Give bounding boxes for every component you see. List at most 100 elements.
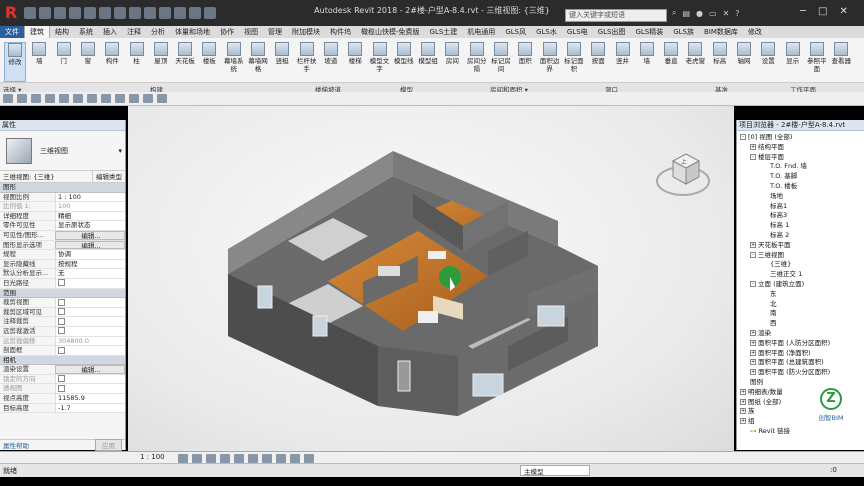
- lock-icon[interactable]: [276, 454, 286, 463]
- crop-icon[interactable]: [248, 454, 258, 463]
- property-value[interactable]: 协调: [55, 250, 125, 259]
- expand-icon[interactable]: +: [740, 418, 746, 425]
- browser-node[interactable]: + 面积平面 (人防分区面积): [740, 339, 864, 349]
- browser-node[interactable]: 标高 2: [740, 231, 864, 241]
- checkbox[interactable]: [58, 317, 65, 325]
- property-value[interactable]: 无: [55, 269, 125, 278]
- user-icon[interactable]: ●: [696, 9, 703, 18]
- browser-node[interactable]: 图例: [740, 378, 864, 388]
- sync-icon[interactable]: [54, 7, 66, 19]
- revit-app-button[interactable]: R: [2, 2, 20, 24]
- checkbox[interactable]: [58, 308, 65, 316]
- open-icon[interactable]: [24, 7, 36, 19]
- search-input[interactable]: 键入关键字或短语: [565, 9, 667, 22]
- ribbon-button-19[interactable]: 房间分隔: [466, 42, 488, 73]
- minimize-button[interactable]: ─: [800, 6, 806, 17]
- expand-icon[interactable]: +: [750, 369, 756, 376]
- detail-level-icon[interactable]: [178, 454, 188, 463]
- property-checkbox[interactable]: [55, 278, 125, 288]
- modify-icon[interactable]: [3, 94, 13, 103]
- undo-icon[interactable]: [69, 7, 81, 19]
- ribbon-button-4[interactable]: 构件: [101, 42, 123, 65]
- sun-path-icon[interactable]: [206, 454, 216, 463]
- checkbox[interactable]: [58, 346, 65, 354]
- tab-8[interactable]: 协作: [215, 26, 239, 38]
- crop-region-icon[interactable]: [262, 454, 272, 463]
- browser-node[interactable]: + 面积平面 (净面积): [740, 349, 864, 359]
- property-checkbox[interactable]: [55, 307, 125, 317]
- property-value[interactable]: 1 : 100: [55, 192, 125, 202]
- tab-9[interactable]: 视图: [239, 26, 263, 38]
- browser-node[interactable]: 东: [740, 290, 864, 300]
- property-checkbox[interactable]: [55, 317, 125, 326]
- ribbon-button-11[interactable]: 竖梃: [271, 42, 293, 65]
- ribbon-button-3[interactable]: 窗: [77, 42, 99, 65]
- ribbon-button-24[interactable]: 按面: [587, 42, 609, 65]
- 3d-view-icon[interactable]: [144, 7, 156, 19]
- layout-icon[interactable]: [143, 94, 153, 103]
- tab-14[interactable]: GLS土建: [425, 26, 463, 38]
- property-value[interactable]: 100: [55, 202, 125, 211]
- property-checkbox[interactable]: [55, 346, 125, 355]
- tab-17[interactable]: GLS水: [531, 26, 562, 38]
- ribbon-button-20[interactable]: 标记房间: [490, 42, 512, 73]
- expand-icon[interactable]: +: [750, 339, 756, 346]
- property-edit-button[interactable]: 编辑...: [55, 240, 125, 250]
- property-value[interactable]: 304800.0: [55, 336, 125, 346]
- ribbon-button-14[interactable]: 楼梯: [344, 42, 366, 65]
- hide-icon[interactable]: [290, 454, 300, 463]
- reveal-icon[interactable]: [304, 454, 314, 463]
- browser-node[interactable]: - 楼层平面: [740, 153, 864, 163]
- select-icon[interactable]: [17, 94, 27, 103]
- workset-selector[interactable]: 主模型: [520, 465, 590, 476]
- tab-11[interactable]: 附加模块: [287, 26, 325, 38]
- ribbon-button-28[interactable]: 老虎窗: [684, 42, 706, 65]
- tab-22[interactable]: BIM数据库: [699, 26, 743, 38]
- ribbon-button-2[interactable]: 门: [53, 42, 75, 65]
- browser-node[interactable]: 场地: [740, 192, 864, 202]
- tab-18[interactable]: GLS电: [562, 26, 593, 38]
- property-group[interactable]: 图形: [0, 183, 125, 193]
- ribbon-button-25[interactable]: 竖井: [612, 42, 634, 65]
- checkbox[interactable]: [58, 384, 65, 392]
- ribbon-button-1[interactable]: 墙: [28, 42, 50, 65]
- tab-19[interactable]: GLS出图: [593, 26, 631, 38]
- section-icon[interactable]: [159, 7, 171, 19]
- save-icon[interactable]: [39, 7, 51, 19]
- search-icon[interactable]: ⌕: [672, 8, 676, 18]
- redo-icon[interactable]: [84, 7, 96, 19]
- property-checkbox[interactable]: [55, 326, 125, 336]
- ribbon-button-15[interactable]: 模型文字: [369, 42, 391, 73]
- expand-icon[interactable]: +: [750, 349, 756, 356]
- exchange-icon[interactable]: ✕: [723, 9, 730, 18]
- expand-icon[interactable]: +: [750, 241, 756, 248]
- ribbon-button-23[interactable]: 标记面积: [563, 42, 585, 73]
- browser-node[interactable]: 西: [740, 319, 864, 329]
- tab-2[interactable]: 结构: [50, 26, 74, 38]
- ribbon-button-27[interactable]: 垂直: [660, 42, 682, 65]
- ribbon-button-29[interactable]: 标高: [709, 42, 731, 65]
- property-checkbox[interactable]: [55, 384, 125, 394]
- measure-icon[interactable]: [59, 94, 69, 103]
- switch-windows-icon[interactable]: [204, 7, 216, 19]
- ribbon-button-18[interactable]: 房间: [441, 42, 463, 65]
- collapse-icon[interactable]: -: [740, 134, 746, 140]
- instance-selector[interactable]: 三维视图: {三维}: [0, 171, 93, 182]
- ribbon-button-33[interactable]: 参照平面: [806, 42, 828, 73]
- checkbox[interactable]: [58, 279, 65, 287]
- property-group[interactable]: 相机: [0, 355, 125, 366]
- property-value[interactable]: 精细: [55, 211, 125, 221]
- ribbon-button-22[interactable]: 面积边界: [539, 42, 561, 73]
- close-hidden-icon[interactable]: [189, 7, 201, 19]
- maximize-button[interactable]: □: [818, 6, 827, 17]
- browser-node[interactable]: 三维正交 1: [740, 270, 864, 280]
- tab-21[interactable]: GLS族: [668, 26, 699, 38]
- ribbon-button-12[interactable]: 栏杆扶手: [296, 42, 318, 73]
- browser-node[interactable]: T.O. 楼板: [740, 182, 864, 192]
- expand-icon[interactable]: +: [740, 408, 746, 415]
- property-value[interactable]: 显示原状态: [55, 221, 125, 230]
- edit-type-button[interactable]: 编辑类型: [93, 171, 125, 182]
- tab-0[interactable]: 文件: [0, 26, 24, 38]
- browser-node[interactable]: {三维}: [740, 260, 864, 270]
- ribbon-button-6[interactable]: 屋顶: [150, 42, 172, 65]
